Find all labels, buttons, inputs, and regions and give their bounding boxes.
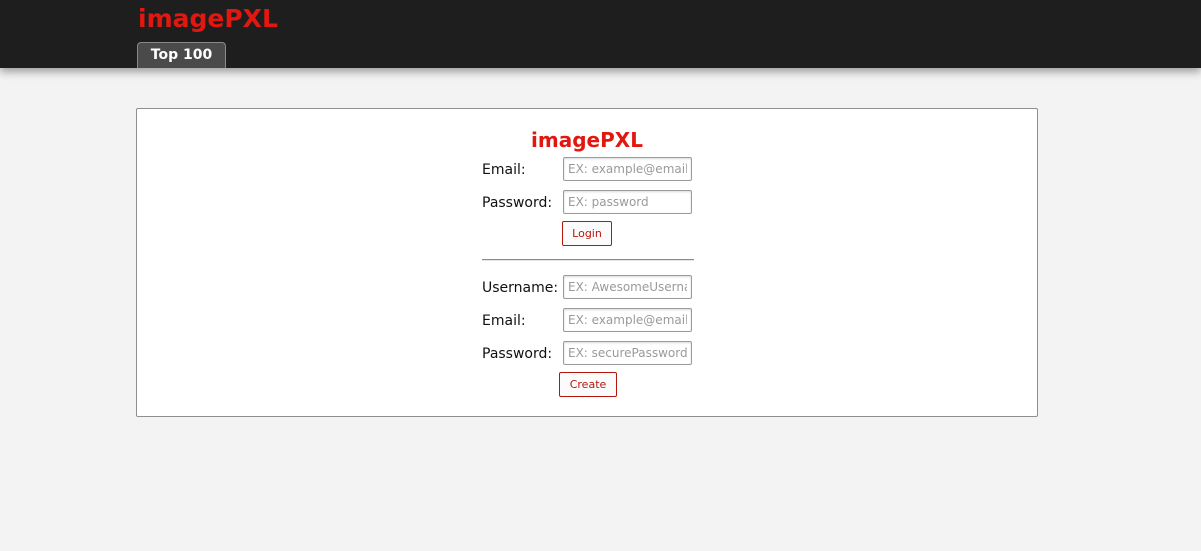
login-email-input[interactable] [563,157,692,181]
register-username-input[interactable] [563,275,692,299]
auth-panel: imagePXL Email: Password: Login Username… [136,108,1038,417]
login-password-label: Password: [482,195,553,211]
register-password-label: Password: [482,346,553,362]
form-divider [482,259,694,261]
create-account-button[interactable]: Create [559,372,617,397]
login-email-label: Email: [482,162,526,178]
login-password-input[interactable] [563,190,692,214]
register-username-label: Username: [482,280,559,296]
register-email-label: Email: [482,313,526,329]
top-navigation-bar: imagePXL Top 100 [0,0,1201,68]
panel-title: imagePXL [531,128,643,152]
register-email-input[interactable] [563,308,692,332]
tab-top-100[interactable]: Top 100 [137,42,226,68]
login-button[interactable]: Login [562,221,612,246]
register-password-input[interactable] [563,341,692,365]
site-logo[interactable]: imagePXL [138,4,278,34]
